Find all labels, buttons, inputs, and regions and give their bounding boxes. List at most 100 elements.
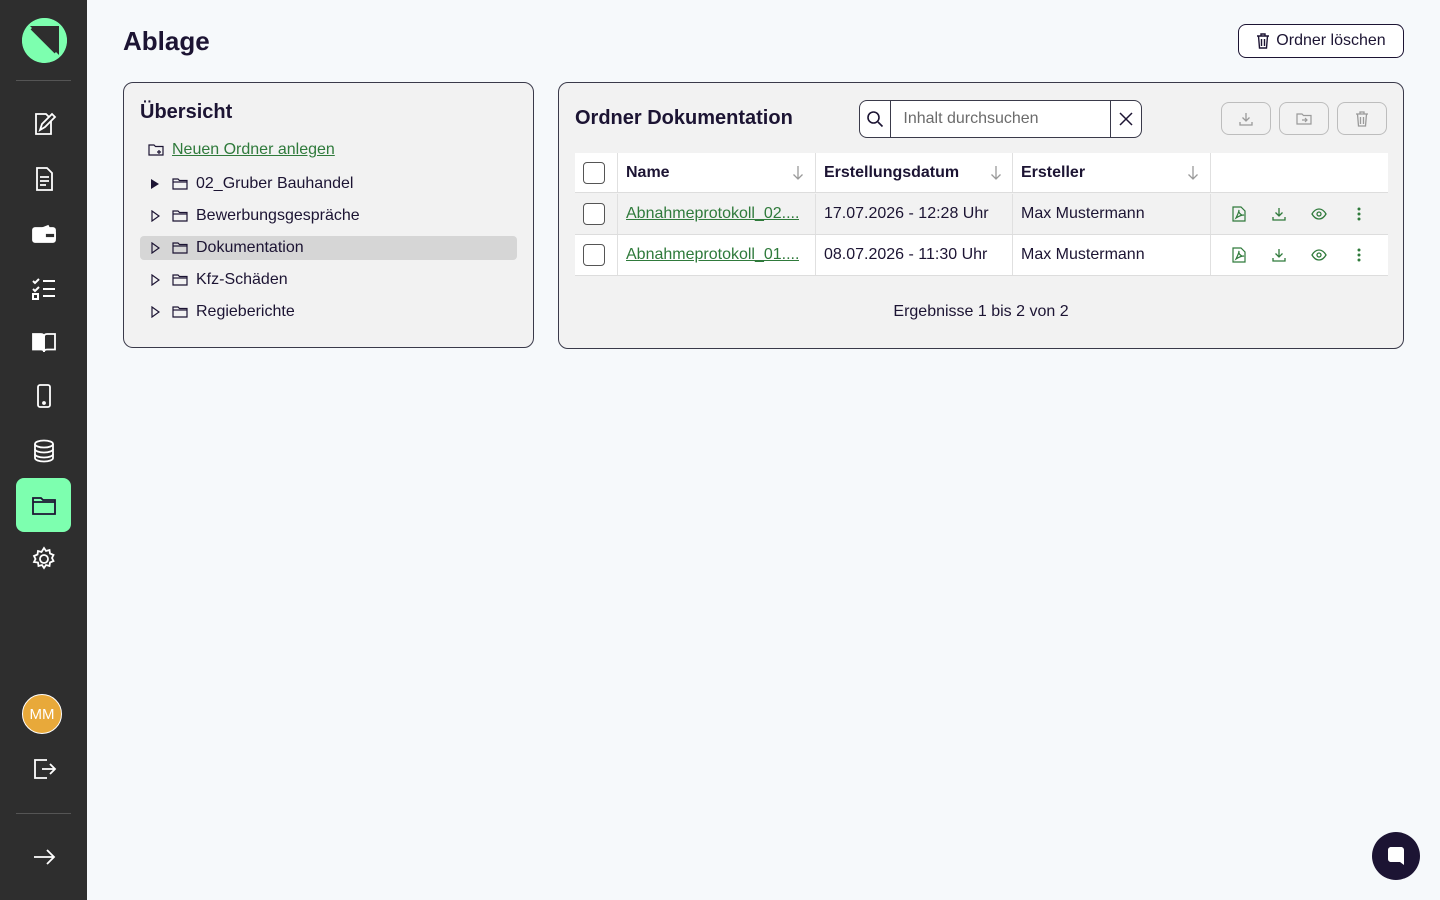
sort-arrow-icon[interactable] (792, 165, 804, 181)
column-header-date[interactable]: Erstellungsdatum (824, 153, 1012, 192)
avatar-initials: MM (29, 705, 55, 723)
sidebar-item-database[interactable] (16, 424, 71, 478)
date-cell: 17.07.2026 - 12:28 Uhr (824, 205, 989, 222)
search-input[interactable] (891, 101, 1111, 137)
select-all-checkbox[interactable] (583, 161, 605, 184)
wallet-icon (31, 224, 56, 243)
pdf-icon[interactable] (1230, 246, 1248, 264)
document-icon (35, 167, 53, 191)
checklist-icon (31, 278, 55, 300)
column-label: Erstellungsdatum (824, 163, 960, 181)
expand-sidebar-button[interactable] (16, 830, 71, 884)
search-icon (867, 111, 884, 128)
caret-right-icon[interactable] (150, 274, 164, 286)
sort-arrow-icon[interactable] (1187, 165, 1199, 181)
folder-label: Regieberichte (196, 303, 295, 320)
logout-button[interactable] (16, 742, 71, 796)
sidebar-item-book[interactable] (16, 315, 71, 369)
folder-icon (172, 241, 188, 255)
select-all-cell (583, 153, 607, 192)
sidebar-divider (16, 813, 71, 814)
creator-cell: Max Mustermann (1021, 246, 1145, 263)
row-select-cell (583, 235, 607, 275)
creator-cell: Max Mustermann (1021, 205, 1145, 222)
column-header-creator[interactable]: Ersteller (1021, 153, 1209, 192)
folder-icon (172, 177, 188, 191)
app-logo[interactable] (22, 18, 67, 63)
folder-icon (172, 305, 188, 319)
delete-selected-button[interactable] (1337, 102, 1387, 135)
chat-bubble-icon (1388, 847, 1404, 865)
column-header-name[interactable]: Name (626, 153, 814, 192)
trash-icon (1356, 110, 1368, 127)
download-icon[interactable] (1270, 246, 1288, 264)
column-label: Ersteller (1021, 163, 1086, 181)
folder-tree-item[interactable]: Kfz-Schäden (140, 268, 517, 292)
smartphone-icon (36, 384, 51, 408)
book-icon (31, 333, 56, 353)
more-vertical-icon[interactable] (1350, 205, 1368, 223)
sidebar-item-settings[interactable] (16, 532, 71, 586)
folder-move-icon (1296, 112, 1312, 125)
table-row: Abnahmeprotokoll_01.... 08.07.2026 - 11:… (575, 235, 1388, 276)
folder-icon (31, 497, 56, 515)
sort-arrow-icon[interactable] (990, 165, 1002, 181)
folder-label: Bewerbungsgespräche (196, 207, 360, 224)
sidebar-item-wallet[interactable] (16, 207, 71, 261)
overview-title: Übersicht (140, 101, 233, 123)
date-cell: 08.07.2026 - 11:30 Uhr (824, 246, 988, 263)
delete-folder-label: Ordner löschen (1276, 32, 1386, 49)
table-row: Abnahmeprotokoll_02.... 17.07.2026 - 12:… (575, 194, 1388, 235)
pdf-icon[interactable] (1230, 205, 1248, 223)
folder-label: Kfz-Schäden (196, 271, 288, 288)
file-name-link[interactable]: Abnahmeprotokoll_02.... (626, 205, 799, 223)
more-vertical-icon[interactable] (1350, 246, 1368, 264)
download-icon (1239, 112, 1253, 126)
search-button[interactable] (860, 101, 892, 137)
folder-label: 02_Gruber Bauhandel (196, 175, 354, 192)
folder-tree-item[interactable]: 02_Gruber Bauhandel (140, 172, 517, 196)
folder-label: Dokumentation (196, 239, 304, 256)
folder-content-panel: Ordner Dokumentation Name Erstellungsdat… (558, 82, 1404, 349)
eye-icon[interactable] (1310, 246, 1328, 264)
sidebar-item-mobile[interactable] (16, 369, 71, 423)
folder-plus-icon (148, 144, 164, 156)
caret-right-icon[interactable] (150, 210, 164, 222)
sidebar-item-storage[interactable] (16, 478, 71, 532)
caret-right-icon[interactable] (150, 306, 164, 318)
new-folder-link[interactable]: Neuen Ordner anlegen (148, 141, 335, 159)
delete-folder-button[interactable]: Ordner löschen (1238, 24, 1404, 58)
gear-icon (32, 546, 55, 570)
sidebar: MM (0, 0, 87, 900)
sidebar-item-documents[interactable] (16, 152, 71, 206)
download-selected-button[interactable] (1221, 102, 1271, 135)
sidebar-item-checklist[interactable] (16, 261, 71, 315)
caret-down-filled-icon[interactable] (150, 178, 164, 190)
folder-icon (172, 209, 188, 223)
sidebar-item-edit[interactable] (16, 97, 71, 151)
move-selected-button[interactable] (1279, 102, 1329, 135)
file-name-link[interactable]: Abnahmeprotokoll_01.... (626, 246, 799, 264)
caret-right-icon[interactable] (150, 242, 164, 254)
folder-tree-item[interactable]: Regieberichte (140, 300, 517, 324)
eye-icon[interactable] (1310, 205, 1328, 223)
close-icon (1119, 112, 1133, 126)
file-name-cell: Abnahmeprotokoll_02.... (626, 194, 806, 234)
chat-button[interactable] (1372, 832, 1420, 880)
folder-tree-item[interactable]: Bewerbungsgespräche (140, 204, 517, 228)
page-title: Ablage (123, 26, 210, 56)
download-icon[interactable] (1270, 205, 1288, 223)
arrow-right-icon (33, 849, 55, 865)
edit-document-icon (34, 112, 56, 135)
row-checkbox[interactable] (583, 203, 605, 225)
clear-search-button[interactable] (1110, 101, 1141, 137)
table-header: Name Erstellungsdatum Ersteller (575, 153, 1388, 193)
folder-tree-item-selected[interactable]: Dokumentation (140, 236, 517, 260)
user-avatar[interactable]: MM (22, 694, 62, 734)
trash-icon (1257, 33, 1270, 49)
row-checkbox[interactable] (583, 244, 605, 266)
folder-icon (172, 273, 188, 287)
row-select-cell (583, 194, 607, 234)
database-icon (33, 439, 54, 463)
search-box (859, 100, 1142, 138)
